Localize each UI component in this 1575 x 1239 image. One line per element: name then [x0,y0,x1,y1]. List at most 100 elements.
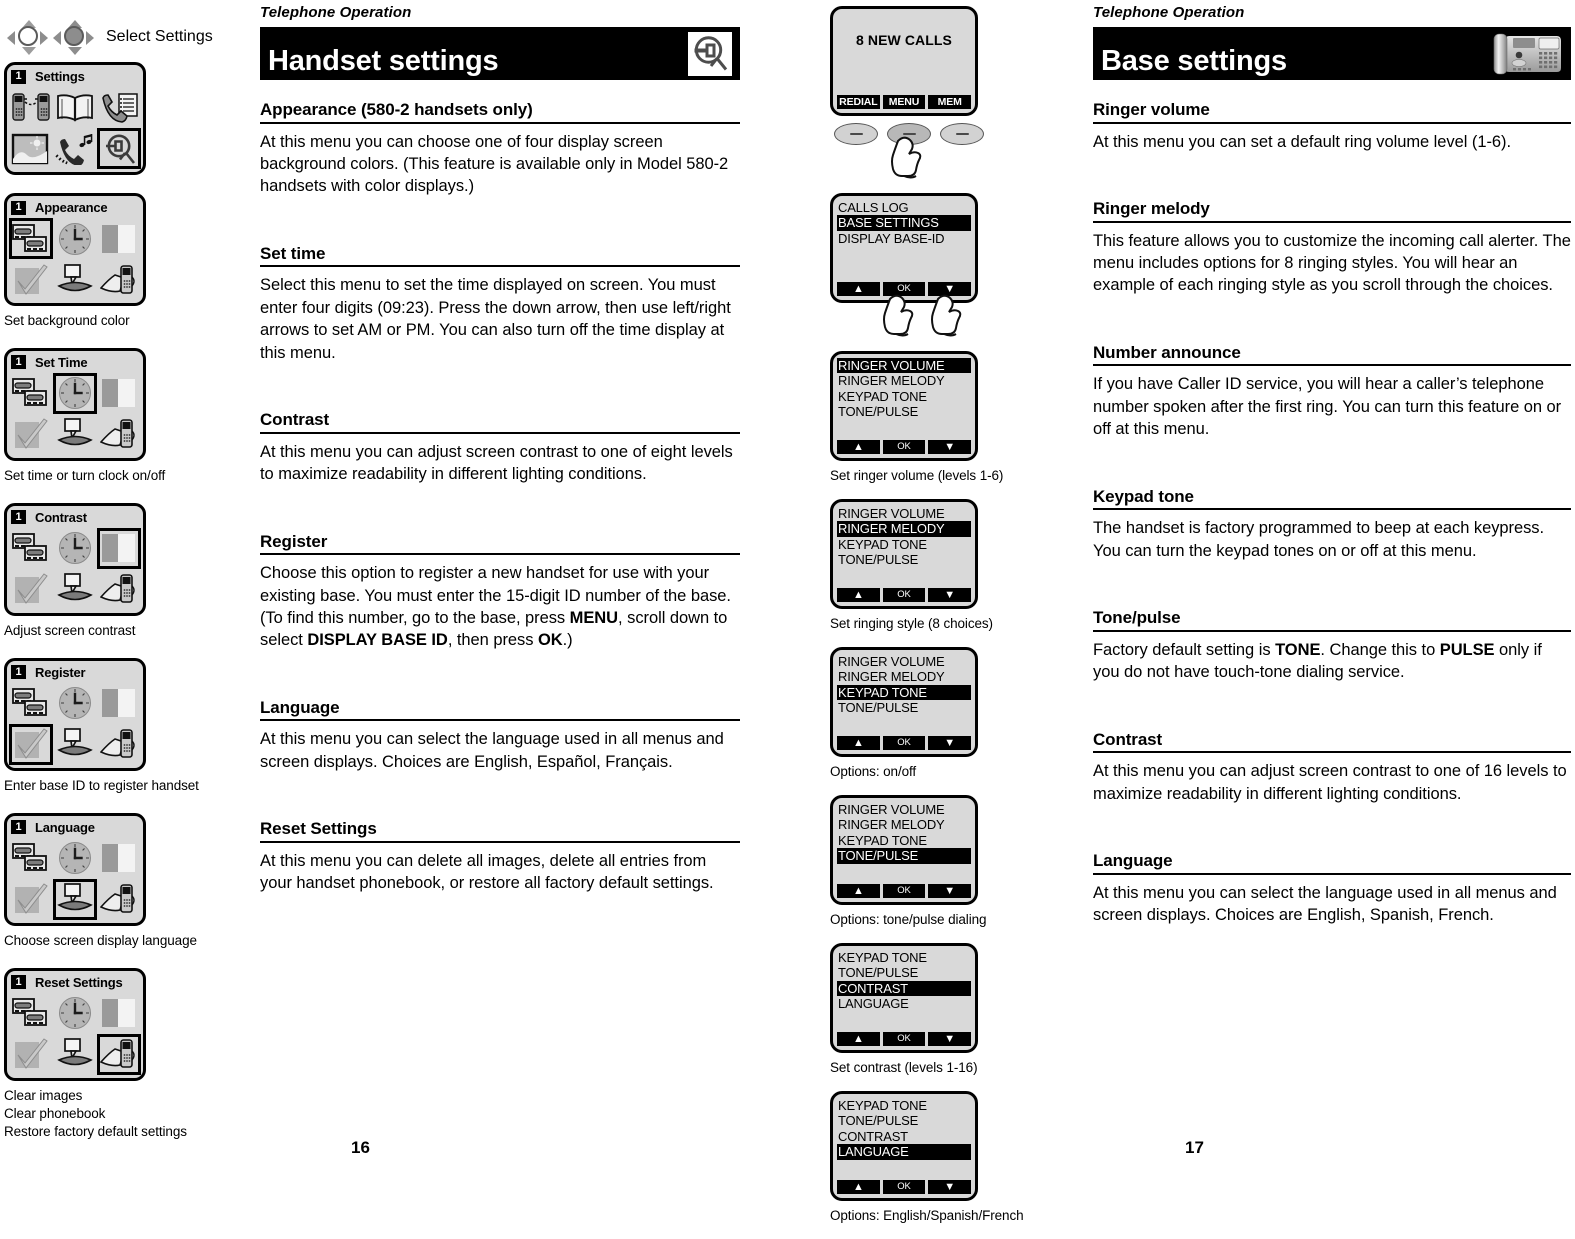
menu-icon-cell-contrast-bar[interactable] [97,527,141,569]
softkey-up-arrow[interactable]: ▲ [837,735,880,750]
handset-menu-card[interactable]: 1 Register [4,657,146,771]
menu-icon-cell-checkmark[interactable] [9,1034,53,1075]
menu-icon-cell-speech-mouth[interactable] [53,259,97,300]
softkey-ok[interactable]: OK [882,883,926,898]
menu-icon-cell-open-book[interactable] [53,87,97,128]
menu-icon-cell-checkmark[interactable] [9,569,53,610]
menu-icon-cell-screens[interactable] [9,373,53,414]
lcd-menu-item[interactable]: RINGER MELODY [837,669,971,684]
menu-icon-cell-checkmark[interactable] [9,879,53,920]
lcd-menu-item[interactable]: RINGER MELODY [837,373,971,388]
lcd-menu-item[interactable]: TONE/PULSE [837,552,971,567]
menu-icon-cell-handset-hand[interactable] [97,259,141,300]
base-lcd-screen[interactable]: RINGER VOLUME RINGER MELODY KEYPAD TONE TON… [830,351,978,461]
menu-icon-cell-speech-mouth[interactable] [53,724,97,765]
menu-icon-cell-clock[interactable] [53,993,97,1034]
lcd-menu-item[interactable]: RINGER VOLUME [837,506,971,521]
menu-icon-cell-handset-hand[interactable] [97,879,141,920]
lcd-menu-item[interactable]: RINGER MELODY [837,817,971,832]
menu-icon-cell-handset-hand[interactable] [97,724,141,765]
lcd-menu-item-selected[interactable]: TONE/PULSE [837,848,971,864]
lcd-menu-item-selected[interactable]: CONTRAST [837,980,971,997]
lcd-menu-item[interactable]: KEYPAD TONE [837,389,971,404]
softkey-ok[interactable]: OK [882,1031,926,1046]
softkey-menu[interactable]: MENU [882,95,926,109]
lcd-menu-item-selected[interactable]: RINGER MELODY [837,521,971,537]
softkey-up-arrow[interactable]: ▲ [837,282,880,296]
menu-icon-cell-checkmark[interactable] [9,259,53,300]
lcd-menu-item[interactable]: KEYPAD TONE [837,1098,971,1113]
lcd-menu-item-selected[interactable]: BASE SETTINGS [837,215,971,231]
menu-icon-cell-contrast-bar[interactable] [97,683,141,724]
menu-icon-cell-speech-mouth[interactable] [53,878,97,920]
menu-icon-cell-clock[interactable] [53,218,97,259]
menu-icon-cell-speech-mouth[interactable] [53,414,97,455]
menu-icon-cell-handset-hand[interactable] [97,569,141,610]
handset-menu-card[interactable]: 1 Contrast [4,502,146,616]
softkey-up-arrow[interactable]: ▲ [837,440,880,454]
lcd-menu-item[interactable]: TONE/PULSE [837,1113,971,1128]
softkey-down-arrow[interactable]: ▼ [928,735,972,750]
handset-menu-card[interactable]: 1 Language [4,812,146,926]
base-lcd-screen[interactable]: KEYPAD TONE TONE/PULSE CONTRAST LANGUAGE ▲ OK… [830,1090,978,1201]
hardware-softkey-redial[interactable] [834,123,878,145]
lcd-menu-item[interactable]: CALLS LOG [837,200,971,215]
menu-icon-cell-contrast-bar[interactable] [97,373,141,414]
menu-icon-cell-checkmark[interactable] [9,723,53,765]
lcd-menu-item[interactable]: KEYPAD TONE [837,833,971,848]
menu-icon-cell-screens[interactable] [9,993,53,1034]
base-lcd-screen[interactable]: RINGER VOLUME RINGER MELODY KEYPAD TONE TON… [830,498,978,609]
handset-menu-card[interactable]: 1 Appearance [4,193,146,306]
softkey-down-arrow[interactable]: ▼ [928,883,972,898]
lcd-menu-item[interactable]: DISPLAY BASE-ID [837,231,971,246]
lcd-menu-item[interactable]: CONTRAST [837,1129,971,1144]
menu-icon-cell-contrast-bar[interactable] [97,838,141,879]
lcd-menu-item-selected[interactable]: RINGER VOLUME [837,358,971,374]
lcd-menu-item[interactable]: TONE/PULSE [837,404,971,419]
menu-icon-cell-handset-hand[interactable] [97,1033,141,1075]
menu-icon-cell-contrast-bar[interactable] [97,218,141,259]
lcd-menu-item[interactable]: LANGUAGE [837,996,971,1011]
softkey-ok[interactable]: OK [882,587,926,602]
handset-menu-card[interactable]: 1 Settings [4,62,146,175]
handset-menu-card[interactable]: 1 Reset Settings [4,967,146,1081]
lcd-menu-item[interactable]: KEYPAD TONE [837,537,971,552]
menu-icon-cell-picture-frame[interactable] [9,128,53,169]
lcd-menu-item[interactable]: KEYPAD TONE [837,950,971,965]
lcd-menu-item-selected[interactable]: LANGUAGE [837,1144,971,1160]
base-lcd-screen[interactable]: KEYPAD TONE TONE/PULSE CONTRAST LANGUAGE ▲ OK… [830,942,978,1053]
handset-menu-card[interactable]: 1 Set Time [4,347,146,461]
softkey-up-arrow[interactable]: ▲ [837,883,880,898]
menu-icon-cell-handset-hand[interactable] [97,414,141,455]
menu-icon-cell-clock[interactable] [53,372,97,414]
softkey-ok[interactable]: OK [882,1179,926,1194]
menu-icon-cell-handset-list[interactable] [97,87,141,128]
menu-icon-cell-clock[interactable] [53,838,97,879]
base-lcd-screen[interactable]: RINGER VOLUME RINGER MELODY KEYPAD TONE TON… [830,646,978,757]
softkey-down-arrow[interactable]: ▼ [928,440,972,454]
softkey-down-arrow[interactable]: ▼ [928,587,972,602]
menu-icon-cell-clock[interactable] [53,528,97,569]
menu-icon-cell-two-handsets[interactable] [9,87,53,128]
softkey-ok[interactable]: OK [882,440,926,454]
menu-icon-cell-checkmark[interactable] [9,414,53,455]
menu-icon-cell-speech-mouth[interactable] [53,569,97,610]
softkey-up-arrow[interactable]: ▲ [837,587,880,602]
softkey-down-arrow[interactable]: ▼ [928,1031,972,1046]
hardware-softkey-mem[interactable] [940,123,984,145]
menu-icon-cell-screens[interactable] [9,683,53,724]
menu-icon-cell-speech-mouth[interactable] [53,1034,97,1075]
lcd-menu-item[interactable]: TONE/PULSE [837,965,971,980]
softkey-ok[interactable]: OK [882,735,926,750]
menu-icon-cell-screens[interactable] [9,528,53,569]
menu-icon-cell-screens[interactable] [9,218,53,259]
menu-icon-cell-ringer-music[interactable] [53,128,97,169]
lcd-menu-item-selected[interactable]: KEYPAD TONE [837,684,971,701]
lcd-menu-item[interactable]: TONE/PULSE [837,700,971,715]
base-lcd-screen[interactable]: RINGER VOLUME RINGER MELODY KEYPAD TONE TON… [830,794,978,905]
lcd-menu-item[interactable]: RINGER VOLUME [837,802,971,817]
menu-icon-cell-contrast-bar[interactable] [97,993,141,1034]
menu-icon-cell-settings-magnifier[interactable] [97,128,141,169]
menu-icon-cell-clock[interactable] [53,683,97,724]
base-lcd-screen[interactable]: CALLS LOG BASE SETTINGS DISPLAY BASE-ID ▲ OK… [830,193,978,303]
